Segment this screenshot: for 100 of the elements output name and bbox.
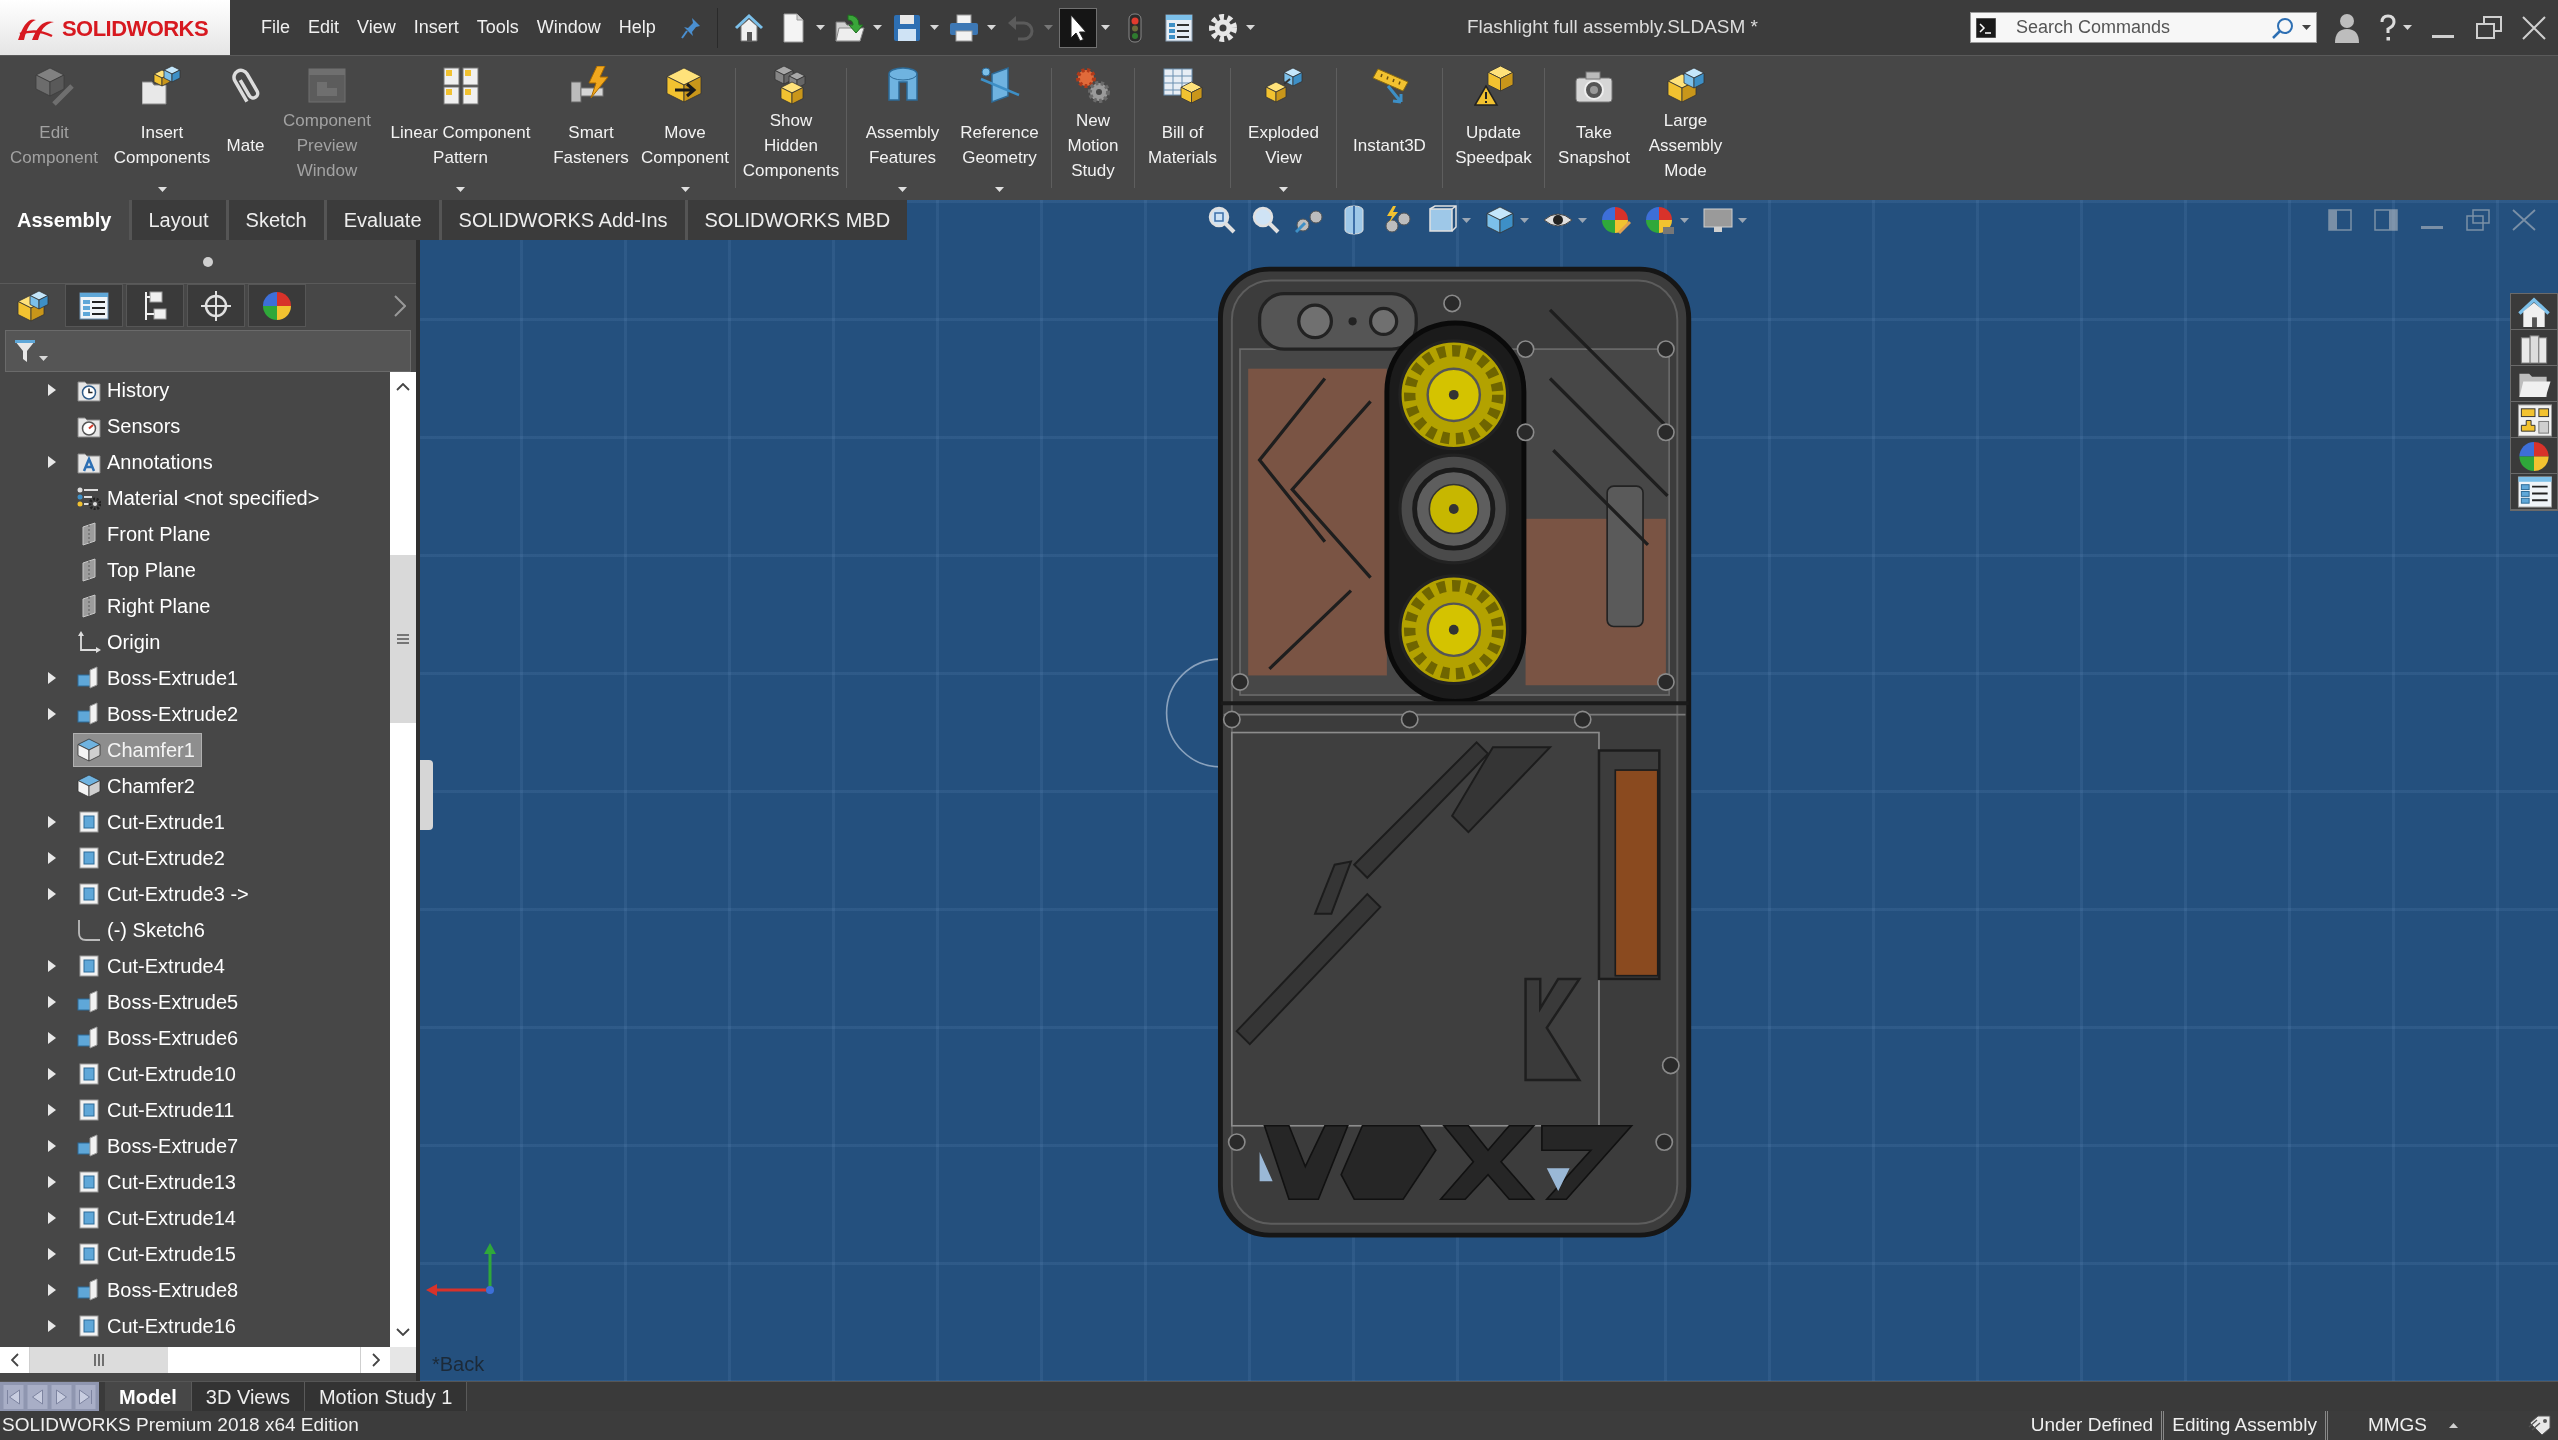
caret-icon[interactable] <box>929 25 939 30</box>
tree-item[interactable]: Cut-Extrude13 <box>73 1165 243 1199</box>
panel-tab[interactable] <box>65 284 123 327</box>
menu-item[interactable]: View <box>348 14 405 41</box>
tree-item[interactable]: Cut-Extrude15 <box>73 1237 243 1271</box>
tree-item[interactable]: Front Plane <box>73 517 218 551</box>
command-button[interactable]: Insert Components <box>108 56 216 200</box>
expand-arrow-icon[interactable] <box>48 1248 56 1260</box>
user-icon[interactable] <box>2335 12 2359 43</box>
scrollbar-thumb[interactable] <box>390 555 416 723</box>
expand-arrow-icon[interactable] <box>48 960 56 972</box>
caret-icon[interactable] <box>872 25 882 30</box>
command-button[interactable]: Exploded View <box>1236 56 1331 200</box>
expand-arrow-icon[interactable] <box>48 1140 56 1152</box>
caret-icon[interactable] <box>898 186 907 192</box>
tree-item[interactable]: Origin <box>73 625 168 659</box>
expand-arrow-icon[interactable] <box>48 672 56 684</box>
tree-item[interactable]: Boss-Extrude2 <box>73 697 246 731</box>
panel-collapse-handle[interactable] <box>420 760 433 830</box>
tree-item[interactable]: Chamfer2 <box>73 769 202 803</box>
command-button[interactable]: Mate <box>216 56 275 200</box>
list-icon[interactable] <box>2511 474 2557 510</box>
caret-up-icon[interactable] <box>2449 1423 2458 1428</box>
zoom-fit-icon[interactable] <box>1207 205 1238 235</box>
caret-icon[interactable] <box>680 186 690 192</box>
tree-item[interactable]: (-) Sketch6 <box>73 913 212 947</box>
tree-item[interactable]: Cut-Extrude4 <box>73 949 232 983</box>
shaded-cube-icon[interactable] <box>1485 205 1516 235</box>
scroll-up-icon[interactable] <box>396 383 410 391</box>
grip-dot-icon[interactable] <box>203 256 213 267</box>
help-icon[interactable] <box>2379 13 2397 42</box>
gears-icon[interactable] <box>1073 66 1113 106</box>
sphere-icon[interactable] <box>1645 205 1676 235</box>
tree-item[interactable]: Cut-Extrude16 <box>73 1309 243 1343</box>
close-icon[interactable] <box>2522 15 2546 40</box>
expand-arrow-icon[interactable] <box>48 1320 56 1332</box>
scroll-down-icon[interactable] <box>396 1328 410 1336</box>
reference-plane-icon[interactable] <box>979 66 1020 106</box>
panel-tab[interactable] <box>126 284 184 327</box>
tree-item[interactable]: Annotations <box>73 445 220 479</box>
menu-item[interactable]: Insert <box>404 14 468 41</box>
box-grid-icon[interactable] <box>440 66 481 106</box>
tree-item[interactable]: Right Plane <box>73 589 218 623</box>
expand-arrow-icon[interactable] <box>48 996 56 1008</box>
command-button[interactable]: Move Component <box>640 56 730 200</box>
command-button[interactable]: Show Hidden Components <box>741 56 841 200</box>
expand-arrow-icon[interactable] <box>48 1176 56 1188</box>
caret-icon[interactable] <box>815 25 825 30</box>
scroll-right-icon[interactable] <box>371 1353 380 1367</box>
tree-item[interactable]: Boss-Extrude8 <box>73 1273 246 1307</box>
caret-icon[interactable] <box>2403 25 2412 30</box>
tree-item[interactable]: Top Plane <box>73 553 203 587</box>
command-button[interactable]: Large Assembly Mode <box>1638 56 1733 200</box>
command-button[interactable]: Smart Fasteners <box>542 56 640 200</box>
sphere-pencil-icon[interactable] <box>1601 205 1632 235</box>
search-box[interactable]: Search Commands <box>1970 12 2317 43</box>
crosshair-icon[interactable] <box>199 288 233 323</box>
expand-arrow-icon[interactable] <box>48 1032 56 1044</box>
menu-item[interactable]: Edit <box>299 14 349 41</box>
command-button[interactable]: Update Speedpak <box>1448 56 1539 200</box>
bottom-tab[interactable]: Model <box>105 1382 192 1411</box>
command-tab[interactable]: Assembly <box>0 200 129 240</box>
tree-item[interactable]: Cut-Extrude1 <box>73 805 232 839</box>
monitor-icon[interactable] <box>1703 205 1734 235</box>
pin-icon[interactable] <box>680 16 701 39</box>
tree-item[interactable]: Boss-Extrude7 <box>73 1129 246 1163</box>
search-icon[interactable] <box>2272 16 2294 39</box>
expand-arrow-icon[interactable] <box>48 708 56 720</box>
command-button[interactable]: Take Snapshot <box>1550 56 1638 200</box>
scroll-left-icon[interactable] <box>10 1353 19 1367</box>
expand-arrow-icon[interactable] <box>48 1104 56 1116</box>
vertical-scrollbar[interactable] <box>390 372 416 1347</box>
caret-icon[interactable] <box>157 186 167 192</box>
expand-arrow-icon[interactable] <box>48 456 56 468</box>
command-button[interactable]: New Motion Study <box>1057 56 1129 200</box>
caret-icon[interactable] <box>995 186 1004 192</box>
command-button[interactable]: Linear Component Pattern <box>379 56 542 200</box>
expand-arrow-icon[interactable] <box>48 1212 56 1224</box>
horizontal-scrollbar[interactable] <box>0 1347 416 1373</box>
tree-item[interactable]: Boss-Extrude5 <box>73 985 246 1019</box>
panel-tab[interactable] <box>187 284 245 327</box>
expand-arrow-icon[interactable] <box>48 1284 56 1296</box>
search-field[interactable]: Search Commands <box>2004 14 2264 41</box>
tree-item[interactable]: Cut-Extrude14 <box>73 1201 243 1235</box>
caret-icon[interactable] <box>986 25 996 30</box>
tile-right-icon[interactable] <box>2374 209 2398 231</box>
tree-item[interactable]: Cut-Extrude3 -> <box>73 877 256 911</box>
tree-item[interactable]: Boss-Extrude1 <box>73 661 246 695</box>
command-button[interactable]: Bill of Materials <box>1140 56 1225 200</box>
expand-arrow-icon[interactable] <box>48 852 56 864</box>
tree-item[interactable]: Material <not specified> <box>73 481 327 515</box>
tree-item[interactable]: Cut-Extrude11 <box>73 1093 242 1127</box>
menu-item[interactable]: File <box>252 14 299 41</box>
caret-icon[interactable] <box>1279 186 1288 192</box>
panel-tab[interactable] <box>248 284 306 327</box>
tree-item[interactable]: Cut-Extrude10 <box>73 1057 243 1091</box>
menu-item[interactable]: Window <box>527 14 610 41</box>
cube-warning-icon[interactable] <box>1473 66 1514 106</box>
command-button[interactable]: Instant3D <box>1342 56 1437 200</box>
filter-icon[interactable] <box>14 339 36 363</box>
